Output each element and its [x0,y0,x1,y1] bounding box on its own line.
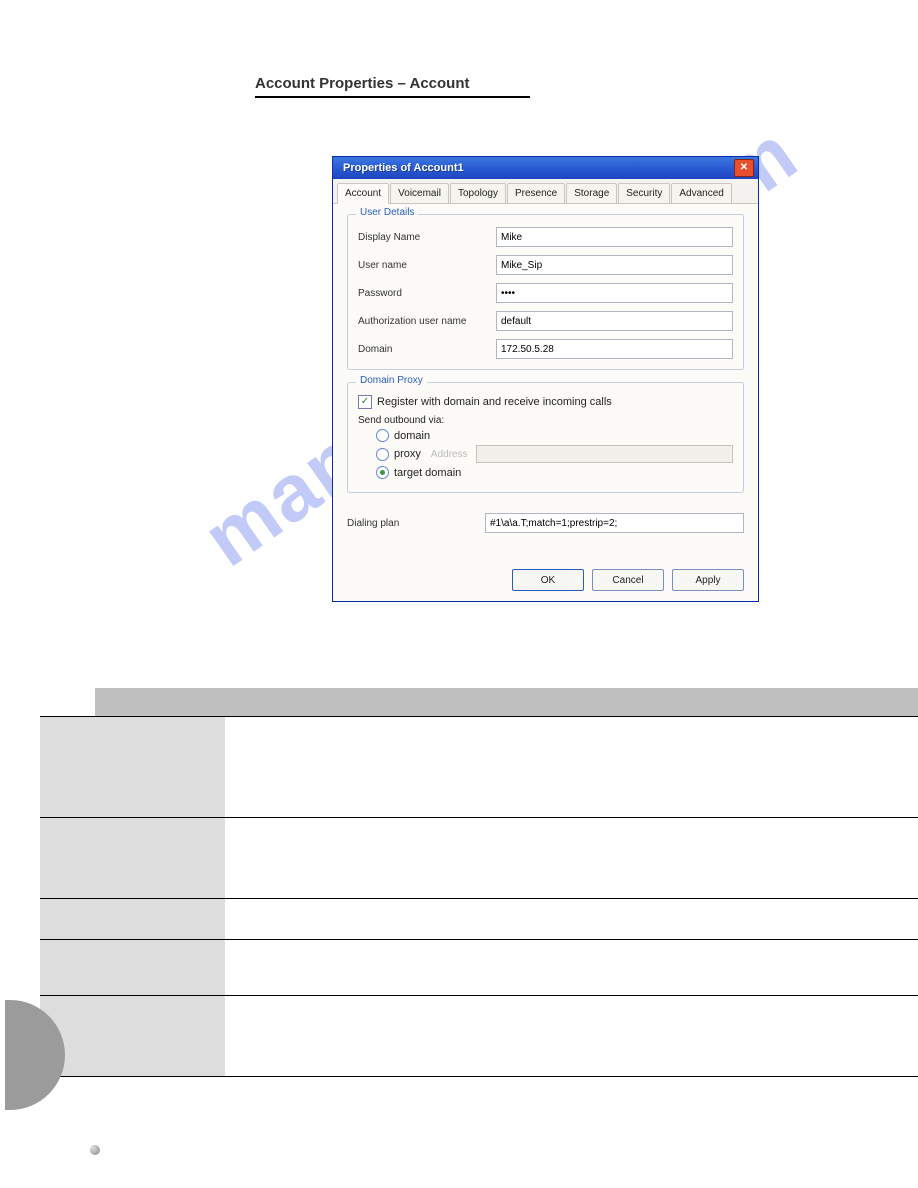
register-checkbox[interactable]: ✓ [358,395,372,409]
table-row [95,899,225,939]
dialing-plan-label: Dialing plan [347,518,485,529]
proxy-address-input [476,445,733,463]
radio-domain[interactable] [376,429,389,442]
user-details-legend: User Details [356,207,418,218]
dialing-plan-input[interactable] [485,513,744,533]
table-row [225,996,918,1076]
auth-user-label: Authorization user name [358,316,496,327]
domain-input[interactable] [496,339,733,359]
footer-bullet-icon [90,1145,100,1155]
close-button[interactable]: ✕ [734,159,754,177]
radio-proxy[interactable] [376,448,389,461]
table-row [225,717,918,817]
titlebar: Properties of Account1 ✕ [333,157,758,179]
radio-target-domain[interactable] [376,466,389,479]
ok-button[interactable]: OK [512,569,584,591]
domain-proxy-legend: Domain Proxy [356,375,427,386]
check-icon: ✓ [361,397,369,407]
radio-proxy-label: proxy [394,448,421,460]
table-row [40,717,95,817]
tab-presence[interactable]: Presence [507,183,565,203]
domain-proxy-group: Domain Proxy ✓ Register with domain and … [347,382,744,493]
table-row [40,818,95,898]
proxy-address-label: Address [431,449,468,460]
password-input[interactable] [496,283,733,303]
section-header: Account Properties – Account [255,75,530,98]
tab-strip: Account Voicemail Topology Presence Stor… [333,179,758,204]
data-table [40,688,918,1077]
close-icon: ✕ [740,163,748,173]
tab-security[interactable]: Security [618,183,670,203]
table-row [95,717,225,817]
properties-dialog: Properties of Account1 ✕ Account Voicema… [332,156,759,602]
table-row [225,940,918,995]
display-name-input[interactable] [496,227,733,247]
table-row [95,996,225,1076]
display-name-label: Display Name [358,232,496,243]
dialog-button-row: OK Cancel Apply [512,569,744,591]
table-header-1 [40,688,95,716]
tab-voicemail[interactable]: Voicemail [390,183,449,203]
table-row [95,818,225,898]
radio-selected-icon [380,470,385,475]
domain-label: Domain [358,344,496,355]
table-row [225,899,918,939]
register-label: Register with domain and receive incomin… [377,396,612,408]
table-row [225,818,918,898]
tab-storage[interactable]: Storage [566,183,617,203]
auth-user-input[interactable] [496,311,733,331]
table-row [40,899,95,939]
send-outbound-label: Send outbound via: [358,415,733,426]
tab-topology[interactable]: Topology [450,183,506,203]
apply-button[interactable]: Apply [672,569,744,591]
dialog-title: Properties of Account1 [337,162,464,174]
radio-domain-label: domain [394,430,430,442]
user-name-input[interactable] [496,255,733,275]
radio-target-label: target domain [394,467,461,479]
table-header-3 [225,688,918,716]
tab-advanced[interactable]: Advanced [671,183,731,203]
user-name-label: User name [358,260,496,271]
cancel-button[interactable]: Cancel [592,569,664,591]
dialog-body: User Details Display Name User name Pass… [333,204,758,601]
user-details-group: User Details Display Name User name Pass… [347,214,744,370]
table-row [95,940,225,995]
password-label: Password [358,288,496,299]
tab-account[interactable]: Account [337,183,389,204]
table-row [40,940,95,995]
table-header-2 [95,688,225,716]
